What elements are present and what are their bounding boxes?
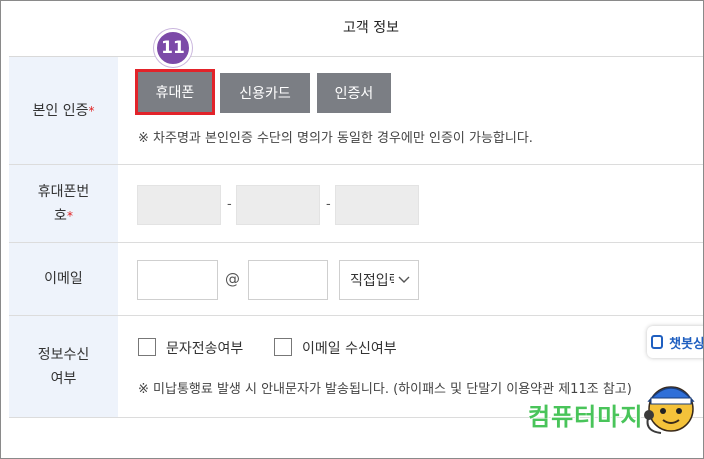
- email-label-cell: 이메일: [9, 243, 118, 315]
- email-consent-checkbox[interactable]: [274, 338, 292, 356]
- auth-credit-card-button[interactable]: 신용카드: [220, 73, 310, 113]
- phone-label-line1: 휴대폰번: [37, 183, 90, 200]
- chatbot-button[interactable]: 챗봇상담: [647, 326, 704, 358]
- email-domain-select-value: 직접입력: [350, 273, 394, 289]
- email-domain-input[interactable]: [248, 260, 328, 300]
- auth-certificate-button-label: 인증서: [334, 86, 374, 102]
- phone-separator: -: [326, 197, 331, 212]
- chat-icon: [651, 335, 664, 349]
- phone-label-line2: 호: [54, 207, 67, 224]
- required-mark: *: [66, 208, 73, 223]
- consent-label-line2: 여부: [50, 370, 77, 387]
- watermark-logo-text: 컴퓨터마지: [528, 403, 644, 431]
- step-number-badge: 11: [154, 29, 192, 67]
- phone-part1-input[interactable]: [137, 185, 221, 225]
- email-label: 이메일: [44, 271, 83, 287]
- required-mark: *: [88, 103, 95, 118]
- consent-label-line1: 정보수신: [37, 346, 90, 363]
- phone-part3-input[interactable]: [335, 185, 419, 225]
- auth-phone-button[interactable]: 휴대폰: [135, 69, 215, 115]
- auth-phone-button-label: 휴대폰: [155, 85, 195, 101]
- customer-info-form: 고객 정보 본인 인증* 휴대폰 신용카드 인증서 ※ 차주명과 본인인증 수단…: [0, 0, 704, 459]
- phone-separator: -: [227, 197, 232, 212]
- auth-certificate-button[interactable]: 인증서: [317, 73, 391, 113]
- auth-credit-card-button-label: 신용카드: [239, 86, 291, 102]
- chatbot-label: 챗봇상담: [669, 336, 704, 352]
- email-domain-select[interactable]: 직접입력: [339, 260, 419, 300]
- email-local-input[interactable]: [137, 260, 218, 300]
- sms-consent-label[interactable]: 문자전송여부: [166, 338, 243, 358]
- auth-label-cell: 본인 인증*: [9, 57, 118, 164]
- mascot-logo: [644, 386, 695, 434]
- sms-consent-checkbox[interactable]: [138, 338, 156, 356]
- consent-label-cell: 정보수신 여부: [9, 316, 118, 417]
- phone-part2-input[interactable]: [236, 185, 320, 225]
- page-title: 고객 정보: [343, 20, 399, 36]
- email-consent-label[interactable]: 이메일 수신여부: [302, 338, 397, 358]
- phone-label-cell: 휴대폰번 호*: [9, 165, 118, 242]
- chevron-down-icon: [398, 276, 410, 283]
- auth-label: 본인 인증: [32, 102, 89, 119]
- email-at-sign: @: [225, 270, 240, 288]
- auth-notice: ※ 차주명과 본인인증 수단의 명의가 동일한 경우에만 인증이 가능합니다.: [138, 131, 533, 146]
- consent-notice: ※ 미납통행료 발생 시 안내문자가 발송됩니다. (하이패스 및 단말기 이용…: [138, 382, 632, 397]
